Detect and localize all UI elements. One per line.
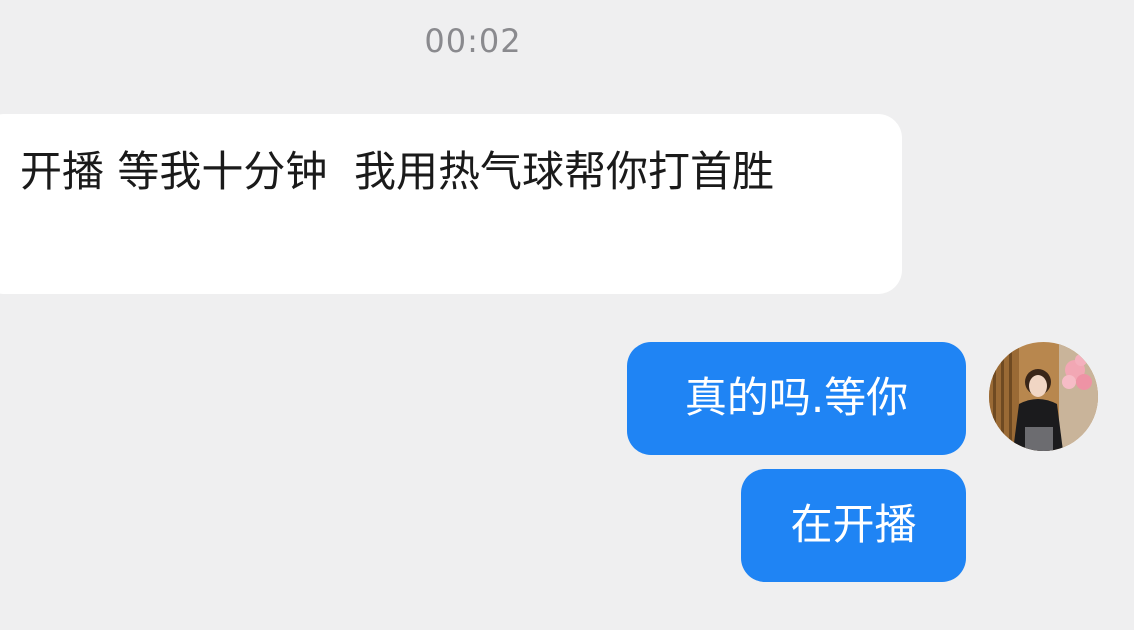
- outgoing-message-bubble[interactable]: 在开播: [741, 469, 966, 582]
- avatar-photo-icon: [989, 342, 1098, 451]
- message-timestamp: 00:02: [424, 22, 522, 60]
- user-avatar[interactable]: [989, 342, 1098, 451]
- incoming-message-bubble[interactable]: 开播 等我十分钟 我用热气球帮你打首胜: [0, 114, 902, 294]
- outgoing-message-bubble[interactable]: 真的吗.等你: [627, 342, 966, 455]
